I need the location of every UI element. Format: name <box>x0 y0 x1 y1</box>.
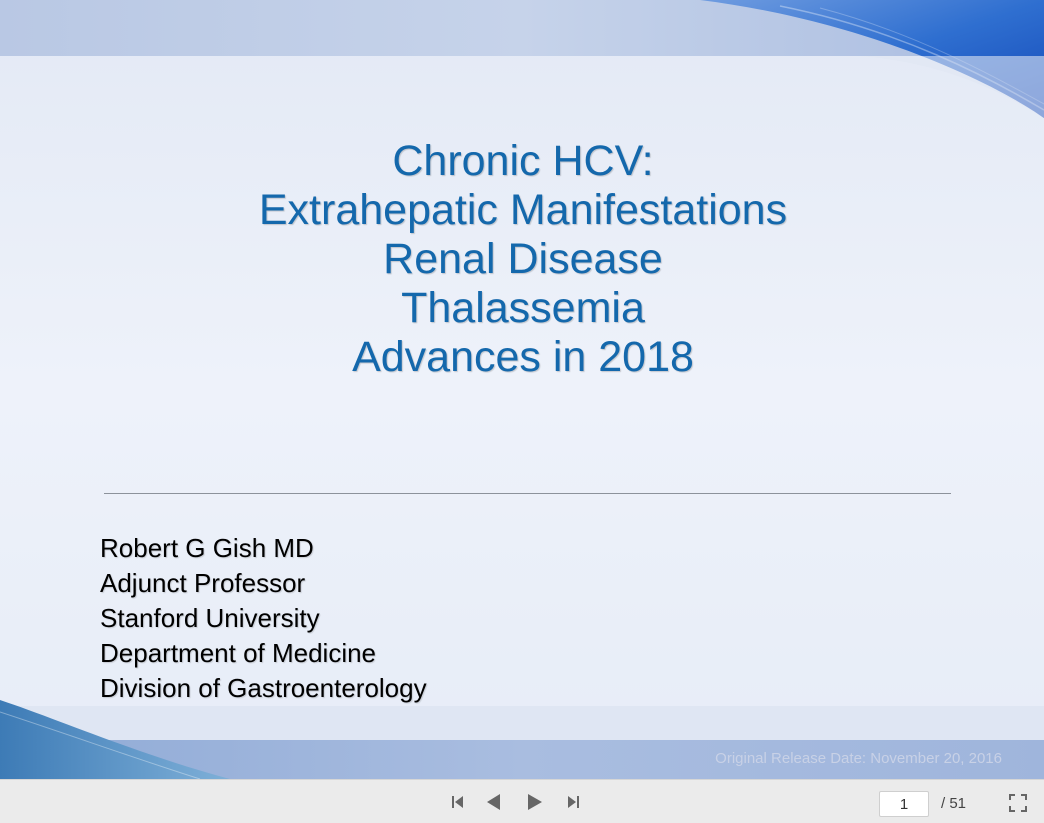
skip-to-last-icon <box>568 796 579 808</box>
slide-viewer: Chronic HCV: Extrahepatic Manifestations… <box>0 0 1044 823</box>
author-info: Robert G Gish MD Adjunct Professor Stanf… <box>100 531 427 706</box>
release-date: Original Release Date: November 20, 2016 <box>715 750 1002 767</box>
title-line: Thalassemia <box>401 284 645 332</box>
previous-arrow-icon <box>487 794 500 810</box>
last-slide-button[interactable] <box>563 792 583 812</box>
author-line: Robert G Gish MD <box>100 533 314 563</box>
title-line: Extrahepatic Manifestations <box>258 186 788 234</box>
first-slide-button[interactable] <box>448 792 468 812</box>
title-divider <box>104 493 951 494</box>
next-arrow-icon <box>528 794 542 810</box>
page-total: / 51 <box>941 795 967 812</box>
page-number-input[interactable] <box>879 791 929 817</box>
previous-slide-button[interactable] <box>484 792 504 812</box>
author-line: Stanford University <box>100 603 320 633</box>
skip-to-first-icon <box>452 796 463 808</box>
slide: Chronic HCV: Extrahepatic Manifestations… <box>0 0 1044 779</box>
author-line: Department of Medicine <box>100 638 377 668</box>
author-line: Division of Gastroenterology <box>100 673 427 703</box>
title-line: Renal Disease <box>383 235 663 283</box>
slide-title: Chronic HCV: Extrahepatic Manifestations… <box>120 137 926 382</box>
fullscreen-button[interactable] <box>1008 793 1028 813</box>
fullscreen-icon <box>1009 794 1027 812</box>
next-slide-button[interactable] <box>525 792 545 812</box>
title-line: Chronic HCV: <box>392 137 654 185</box>
title-line: Advances in 2018 <box>352 333 694 381</box>
author-line: Adjunct Professor <box>100 568 306 598</box>
viewer-toolbar: / 51 <box>0 779 1044 823</box>
